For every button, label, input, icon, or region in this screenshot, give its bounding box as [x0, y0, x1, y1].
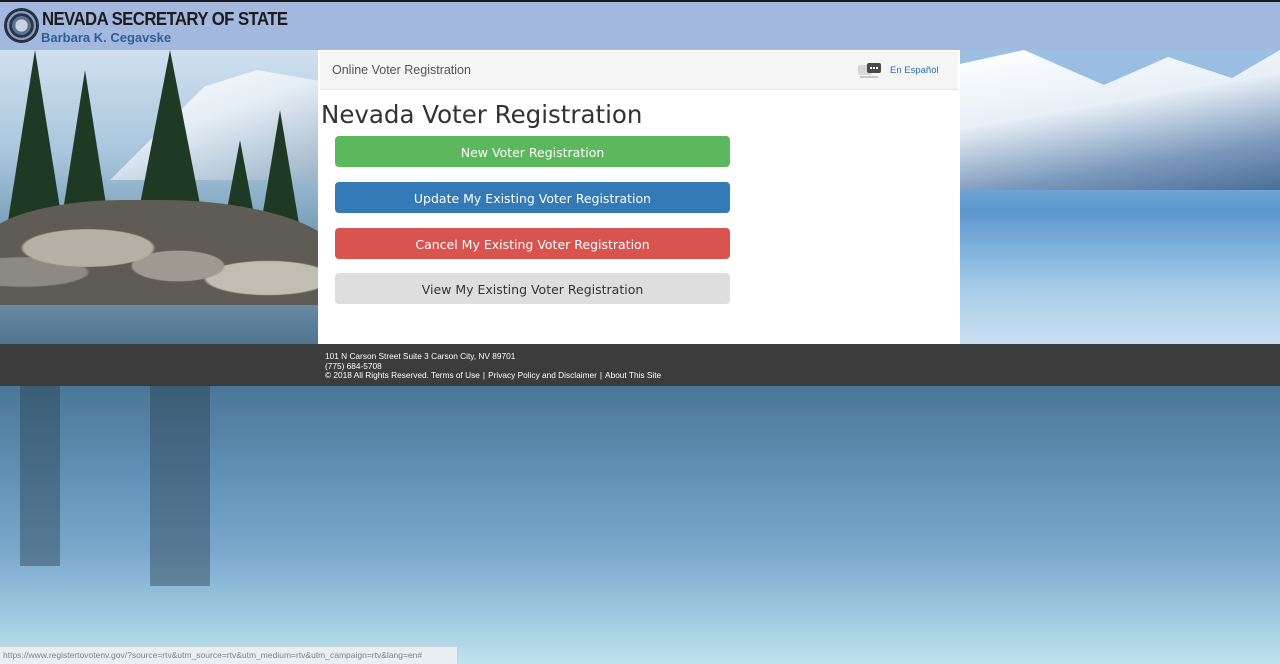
agency-name[interactable]: NEVADA SECRETARY OF STATE [42, 9, 288, 30]
view-voter-registration-button[interactable]: View My Existing Voter Registration [335, 273, 730, 304]
footer-copyright: © 2018 All Rights Reserved. [325, 370, 429, 380]
panel-header: Online Voter Registration En Español [320, 52, 958, 90]
lake-water [960, 210, 1280, 344]
separator: | [482, 370, 486, 380]
separator: | [599, 370, 603, 380]
footer-address: 101 N Carson Street Suite 3 Carson City,… [325, 351, 516, 361]
lake-water [0, 305, 318, 344]
about-site-link[interactable]: About This Site [605, 370, 661, 380]
privacy-policy-link[interactable]: Privacy Policy and Disclaimer [488, 370, 597, 380]
update-voter-registration-button[interactable]: Update My Existing Voter Registration [335, 182, 730, 213]
secretary-name: Barbara K. Cegavske [41, 30, 172, 45]
state-seal-logo[interactable] [5, 9, 38, 42]
site-footer: 101 N Carson Street Suite 3 Carson City,… [0, 344, 1280, 386]
background-photo-right [960, 50, 1280, 344]
page-title: Nevada Voter Registration [321, 100, 643, 129]
cancel-voter-registration-button[interactable]: Cancel My Existing Voter Registration [335, 228, 730, 259]
main-panel: Online Voter Registration En Español Nev… [318, 50, 960, 344]
site-header: NEVADA SECRETARY OF STATE Barbara K. Ceg… [0, 0, 1280, 50]
snowy-mountain [960, 50, 1280, 190]
tree-reflection [20, 386, 60, 566]
browser-status-bar: https://www.registertovotenv.gov/?source… [0, 646, 458, 664]
footer-links: © 2018 All Rights Reserved. Terms of Use… [325, 370, 661, 380]
new-voter-registration-button[interactable]: New Voter Registration [335, 136, 730, 167]
panel-title: Online Voter Registration [332, 63, 471, 77]
shoreline-rocks [0, 200, 318, 320]
terms-of-use-link[interactable]: Terms of Use [431, 370, 480, 380]
tree-reflection [150, 386, 210, 586]
background-photo-left [0, 50, 318, 344]
language-icon[interactable] [858, 62, 882, 80]
spanish-language-link[interactable]: En Español [890, 65, 939, 76]
